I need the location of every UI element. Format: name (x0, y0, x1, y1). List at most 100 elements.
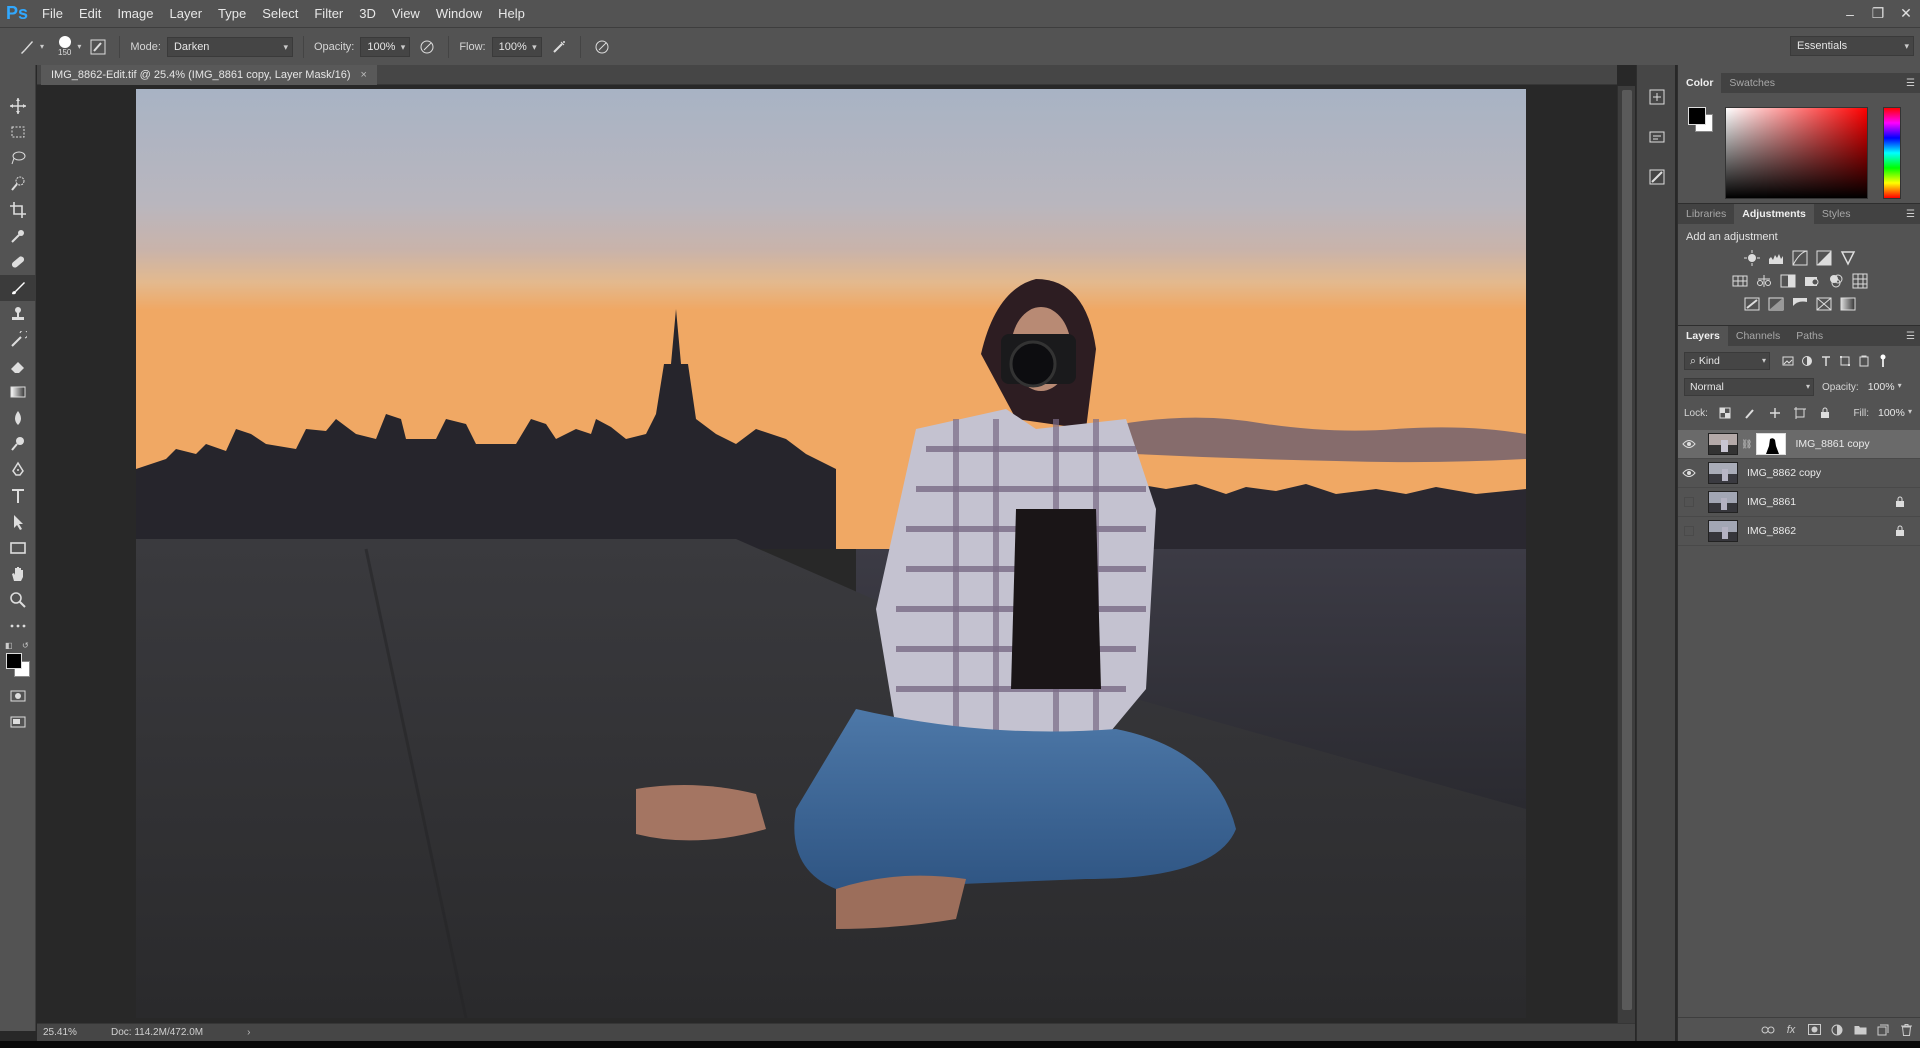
quick-mask-icon[interactable] (0, 683, 36, 709)
lock-position-icon[interactable] (1766, 404, 1785, 422)
brush-preset-icon[interactable] (16, 36, 38, 58)
layer-row[interactable]: IMG_8862 (1678, 517, 1920, 546)
tab-paths[interactable]: Paths (1788, 326, 1831, 346)
smart-object-filter-icon[interactable] (1854, 352, 1873, 370)
minimize-button[interactable]: – (1836, 0, 1864, 27)
menu-image[interactable]: Image (109, 0, 161, 27)
hue-saturation-icon[interactable] (1731, 273, 1749, 289)
add-mask-icon[interactable] (1807, 1023, 1821, 1037)
close-button[interactable]: ✕ (1892, 0, 1920, 27)
tab-styles[interactable]: Styles (1814, 204, 1859, 224)
type-layer-filter-icon[interactable] (1816, 352, 1835, 370)
layer-name[interactable]: IMG_8861 (1747, 496, 1796, 508)
default-colors-icon[interactable]: ◧ (5, 641, 13, 650)
menu-filter[interactable]: Filter (306, 0, 351, 27)
dodge-tool-icon[interactable] (0, 431, 36, 457)
swap-colors-icon[interactable]: ↺ (22, 641, 29, 650)
lock-artboard-icon[interactable] (1791, 404, 1810, 422)
close-tab-icon[interactable]: × (361, 69, 367, 81)
zoom-level[interactable]: 25.41% (43, 1027, 103, 1038)
levels-icon[interactable] (1767, 250, 1785, 266)
fx-icon[interactable]: fx (1784, 1023, 1798, 1037)
opacity-input[interactable]: 100% ▾ (360, 36, 411, 57)
lock-pixels-icon[interactable] (1741, 404, 1760, 422)
link-icon[interactable] (1761, 1023, 1775, 1037)
lock-transparency-icon[interactable] (1716, 404, 1735, 422)
panel-menu-icon[interactable]: ☰ (1906, 331, 1915, 342)
menu-select[interactable]: Select (254, 0, 306, 27)
crop-tool-icon[interactable] (0, 197, 36, 223)
document-image[interactable] (136, 89, 1526, 1018)
document-tab[interactable]: IMG_8862-Edit.tif @ 25.4% (IMG_8861 copy… (41, 65, 377, 85)
pixel-layer-filter-icon[interactable] (1778, 352, 1797, 370)
foreground-color-swatch[interactable] (1688, 107, 1706, 125)
threshold-icon[interactable] (1791, 296, 1809, 312)
new-layer-icon[interactable] (1876, 1023, 1890, 1037)
healing-brush-tool-icon[interactable] (0, 249, 36, 275)
scroll-thumb[interactable] (1622, 90, 1632, 1010)
marquee-tool-icon[interactable] (0, 119, 36, 145)
properties-panel-icon[interactable] (1637, 117, 1676, 157)
mask-link-icon[interactable]: ⛓ (1741, 439, 1752, 450)
layer-row[interactable]: IMG_8862 copy (1678, 459, 1920, 488)
lasso-tool-icon[interactable] (0, 145, 36, 171)
curves-icon[interactable] (1791, 250, 1809, 266)
quick-select-tool-icon[interactable] (0, 171, 36, 197)
menu-help[interactable]: Help (490, 0, 533, 27)
visibility-eye-icon[interactable] (1678, 439, 1700, 449)
clone-stamp-tool-icon[interactable] (0, 301, 36, 327)
history-brush-tool-icon[interactable] (0, 327, 36, 353)
layer-opacity-input[interactable]: 100% ▾ (1863, 378, 1905, 396)
chevron-down-icon[interactable]: ▾ (77, 42, 81, 51)
workspace-select[interactable]: Essentials ▾ (1790, 36, 1914, 56)
path-selection-tool-icon[interactable] (0, 509, 36, 535)
color-lookup-icon[interactable] (1851, 273, 1869, 289)
fill-input[interactable]: 100% ▾ (1873, 404, 1915, 422)
color-balance-icon[interactable] (1755, 273, 1773, 289)
brightness-contrast-icon[interactable] (1743, 250, 1761, 266)
blur-tool-icon[interactable] (0, 405, 36, 431)
tab-libraries[interactable]: Libraries (1678, 204, 1734, 224)
exposure-icon[interactable] (1815, 250, 1833, 266)
restore-button[interactable]: ❐ (1864, 0, 1892, 27)
hue-slider[interactable] (1883, 107, 1901, 199)
pressure-opacity-icon[interactable] (416, 36, 438, 58)
pen-tool-icon[interactable] (0, 457, 36, 483)
more-tools-icon[interactable] (0, 613, 36, 639)
vibrance-icon[interactable] (1839, 250, 1857, 266)
menu-window[interactable]: Window (428, 0, 490, 27)
visibility-toggle-empty[interactable] (1678, 497, 1700, 507)
status-menu-arrow[interactable]: › (247, 1027, 250, 1038)
rectangle-tool-icon[interactable] (0, 535, 36, 561)
canvas-area[interactable] (37, 86, 1617, 1023)
tab-channels[interactable]: Channels (1728, 326, 1788, 346)
shape-layer-filter-icon[interactable] (1835, 352, 1854, 370)
adjustment-layer-icon[interactable] (1830, 1023, 1844, 1037)
layer-kind-filter[interactable]: ⌕ Kind ▾ (1684, 352, 1770, 370)
eyedropper-tool-icon[interactable] (0, 223, 36, 249)
new-group-icon[interactable] (1853, 1023, 1867, 1037)
lock-all-icon[interactable] (1816, 404, 1835, 422)
filter-toggle-icon[interactable] (1873, 352, 1892, 370)
screen-mode-icon[interactable] (0, 709, 36, 735)
menu-view[interactable]: View (384, 0, 428, 27)
brush-settings-panel-icon[interactable] (1637, 157, 1676, 197)
flow-input[interactable]: 100% ▾ (491, 36, 542, 57)
airbrush-icon[interactable] (548, 36, 570, 58)
selective-color-icon[interactable] (1815, 296, 1833, 312)
layer-row[interactable]: IMG_8861 (1678, 488, 1920, 517)
layer-name[interactable]: IMG_8861 copy (1795, 438, 1869, 450)
tab-color[interactable]: Color (1678, 73, 1722, 93)
brush-size-picker[interactable]: 150 (58, 36, 71, 57)
hand-tool-icon[interactable] (0, 561, 36, 587)
pressure-size-icon[interactable] (591, 36, 613, 58)
foreground-color-swatch[interactable] (6, 653, 22, 669)
tab-adjustments[interactable]: Adjustments (1734, 204, 1814, 224)
black-white-icon[interactable] (1779, 273, 1797, 289)
panel-menu-icon[interactable]: ☰ (1906, 78, 1915, 89)
panel-menu-icon[interactable]: ☰ (1906, 209, 1915, 220)
trash-icon[interactable] (1899, 1023, 1913, 1037)
menu-layer[interactable]: Layer (162, 0, 211, 27)
layer-name[interactable]: IMG_8862 copy (1747, 467, 1821, 479)
brush-panel-toggle-icon[interactable] (87, 36, 109, 58)
